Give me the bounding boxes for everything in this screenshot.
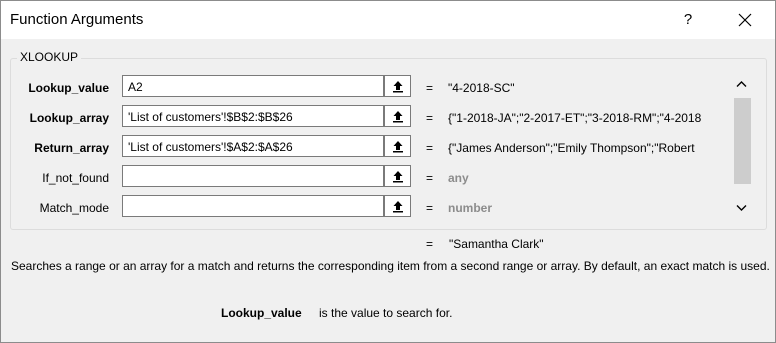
dialog-title: Function Arguments xyxy=(10,11,144,28)
argument-equals: = xyxy=(426,111,434,125)
argument-input[interactable] xyxy=(122,195,384,217)
close-button[interactable] xyxy=(725,5,765,35)
argument-input[interactable]: 'List of customers'!$A$2:$A$26 xyxy=(122,135,384,157)
argument-equals: = xyxy=(426,201,434,215)
collapse-dialog-button[interactable] xyxy=(384,195,411,217)
function-description: Searches a range or an array for a match… xyxy=(11,259,770,273)
chevron-down-icon xyxy=(736,205,747,211)
argument-input[interactable]: 'List of customers'!$B$2:$B$26 xyxy=(122,105,384,127)
collapse-dialog-button[interactable] xyxy=(384,105,411,127)
collapse-dialog-icon xyxy=(393,141,403,153)
arguments-scrollbar[interactable] xyxy=(732,74,751,220)
argument-result: {"James Anderson";"Emily Thompson";"Robe… xyxy=(448,141,695,155)
collapse-dialog-icon xyxy=(393,81,403,93)
scroll-down-button[interactable] xyxy=(732,198,751,218)
scroll-up-button[interactable] xyxy=(732,74,751,94)
argument-label: Return_array xyxy=(34,141,109,155)
argument-label: Lookup_array xyxy=(29,111,109,125)
chevron-up-icon xyxy=(736,81,747,87)
help-param-name: Lookup_value xyxy=(221,306,302,320)
argument-label: Lookup_value xyxy=(28,81,109,95)
argument-row: Lookup_value A2 = "4-2018-SC" xyxy=(1,75,731,99)
collapse-dialog-button[interactable] xyxy=(384,75,411,97)
argument-row: If_not_found = any xyxy=(1,165,731,189)
argument-row: Match_mode = number xyxy=(1,195,731,219)
formula-result: "Samantha Clark" xyxy=(449,237,544,251)
argument-result: any xyxy=(448,171,469,185)
argument-input[interactable] xyxy=(122,165,384,187)
argument-label: Match_mode xyxy=(39,201,109,215)
help-param-description: is the value to search for. xyxy=(319,306,453,320)
argument-equals: = xyxy=(426,141,434,155)
argument-result: "4-2018-SC" xyxy=(448,81,515,95)
argument-label: If_not_found xyxy=(42,171,109,185)
argument-result: {"1-2018-JA";"2-2017-ET";"3-2018-RM";"4-… xyxy=(448,111,702,125)
argument-input[interactable]: A2 xyxy=(122,75,384,97)
title-bar: Function Arguments ? xyxy=(1,1,775,39)
collapse-dialog-button[interactable] xyxy=(384,135,411,157)
function-arguments-dialog: Function Arguments ? XLOOKUP Lookup_valu… xyxy=(0,0,776,343)
function-name-label: XLOOKUP xyxy=(17,50,82,64)
collapse-dialog-icon xyxy=(393,201,403,213)
collapse-dialog-button[interactable] xyxy=(384,165,411,187)
argument-equals: = xyxy=(426,171,434,185)
close-icon xyxy=(738,13,752,27)
argument-equals: = xyxy=(426,81,434,95)
collapse-dialog-icon xyxy=(393,171,403,183)
help-button[interactable]: ? xyxy=(669,5,707,35)
argument-row: Return_array 'List of customers'!$A$2:$A$… xyxy=(1,135,731,159)
argument-row: Lookup_array 'List of customers'!$B$2:$B$… xyxy=(1,105,731,129)
scroll-thumb[interactable] xyxy=(734,98,751,184)
collapse-dialog-icon xyxy=(393,111,403,123)
argument-result: number xyxy=(448,201,493,215)
formula-result-equals: = xyxy=(426,237,434,251)
